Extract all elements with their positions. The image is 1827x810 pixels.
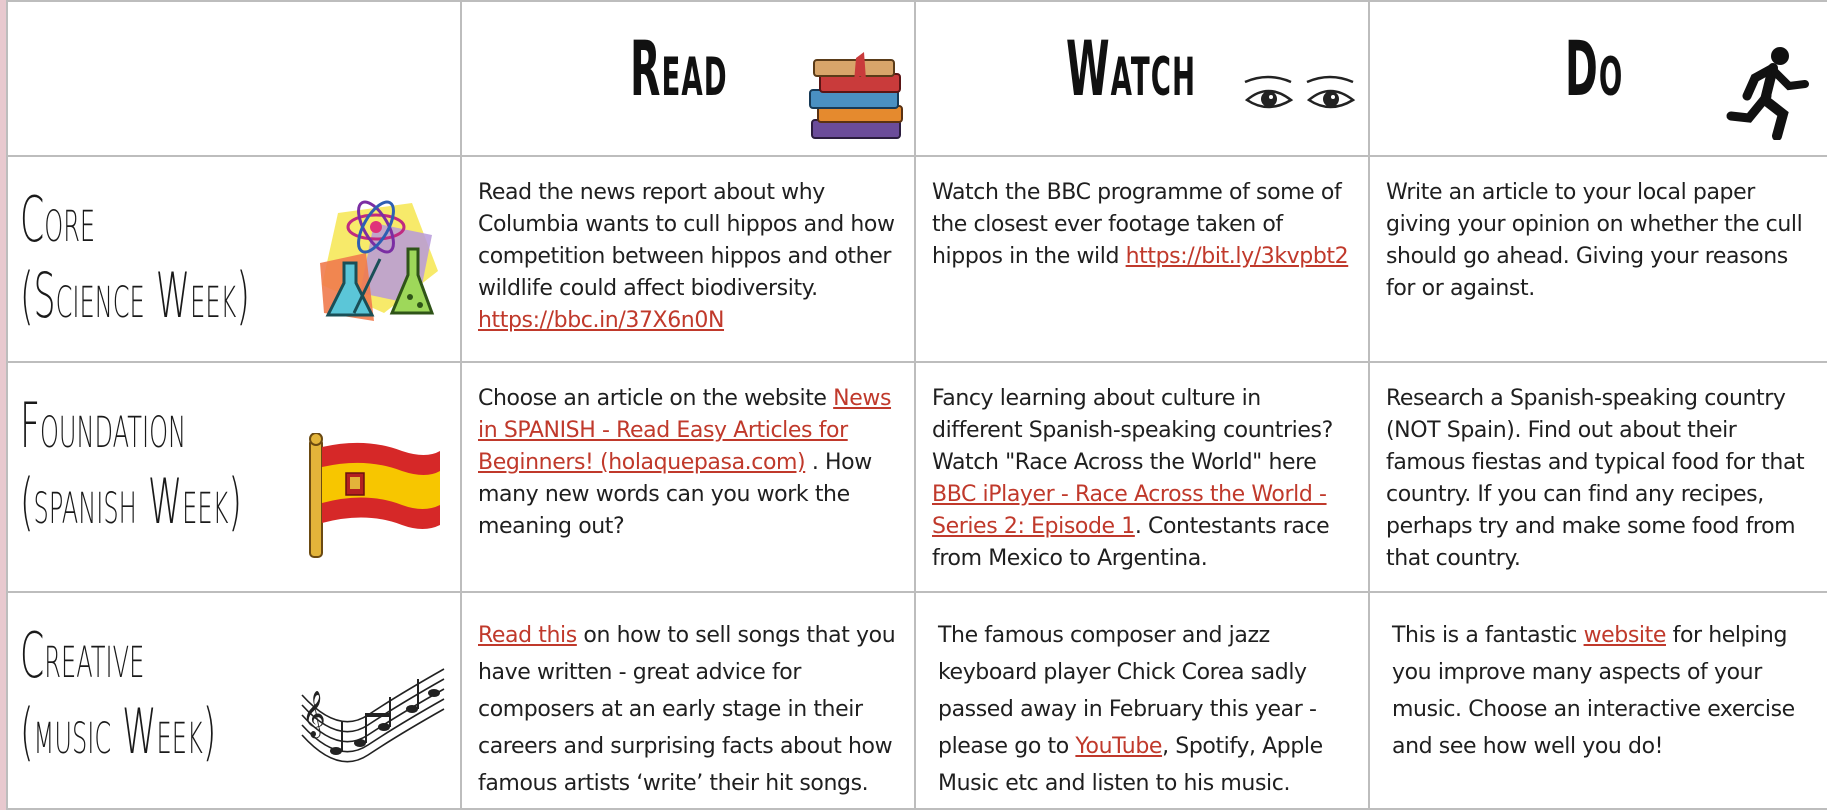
row-foundation-do-text: Research a Spanish-speaking country (NOT…	[1386, 386, 1805, 571]
header-row: Read Watch Do	[6, 0, 1827, 157]
header-read-title: Read	[630, 24, 728, 113]
row-creative-do-cell: This is a fantastic website for helping …	[1368, 591, 1827, 810]
row-foundation-read-cell: Choose an article on the website News in…	[460, 361, 916, 593]
music-notes-icon: 𝄞	[301, 668, 445, 763]
eyes-icon	[1244, 75, 1356, 109]
row-foundation-read-pre: Choose an article on the website	[478, 386, 827, 411]
row-core-read-link[interactable]: https://bbc.in/37X6n0N	[478, 308, 724, 333]
header-do-title: Do	[1565, 24, 1624, 113]
row-creative-do-pre: This is a fantastic	[1392, 623, 1584, 648]
svg-text:𝄞: 𝄞	[302, 691, 326, 739]
activity-grid-page: Read Watch Do Core (Science Week) Read t…	[6, 0, 1827, 810]
row-creative-title-line1: Creative	[20, 619, 145, 692]
header-watch-title: Watch	[1066, 24, 1197, 113]
row-foundation-label-cell: Foundation (spanish Week)	[6, 361, 462, 593]
row-creative: Creative (music Week) 𝄞 Read this on how…	[6, 591, 1827, 810]
row-core-title-line2: (Science Week)	[20, 259, 250, 332]
science-lab-icon	[320, 200, 438, 321]
activity-grid: Read Watch Do Core (Science Week) Read t…	[6, 0, 1827, 810]
row-core-watch-cell: Watch the BBC programme of some of the c…	[914, 155, 1370, 363]
row-foundation-do-cell: Research a Spanish-speaking country (NOT…	[1368, 361, 1827, 593]
header-read: Read	[460, 0, 916, 157]
row-foundation: Foundation (spanish Week) Choose an arti…	[6, 361, 1827, 593]
header-watch: Watch	[914, 0, 1370, 157]
row-core-do-cell: Write an article to your local paper giv…	[1368, 155, 1827, 363]
row-core-read-cell: Read the news report about why Columbia …	[460, 155, 916, 363]
row-core-read-text: Read the news report about why Columbia …	[478, 180, 895, 301]
row-core-title-line1: Core	[20, 183, 96, 256]
header-do: Do	[1368, 0, 1827, 157]
row-foundation-watch-cell: Fancy learning about culture in differen…	[914, 361, 1370, 593]
running-person-icon	[1726, 47, 1809, 140]
row-foundation-title-line2: (spanish Week)	[20, 465, 242, 538]
corner-cell	[6, 0, 462, 157]
row-creative-do-link[interactable]: website	[1584, 623, 1667, 648]
row-creative-read-link[interactable]: Read this	[478, 623, 577, 648]
row-core-watch-link[interactable]: https://bit.ly/3kvpbt2	[1126, 244, 1349, 269]
row-foundation-title-line1: Foundation	[20, 389, 187, 462]
row-creative-read-cell: Read this on how to sell songs that you …	[460, 591, 916, 810]
row-core-do-text: Write an article to your local paper giv…	[1386, 180, 1803, 301]
row-creative-watch-link[interactable]: YouTube	[1075, 734, 1162, 759]
books-icon	[809, 52, 903, 139]
row-creative-title-line2: (music Week)	[20, 695, 217, 768]
row-foundation-watch-pre: Fancy learning about culture in differen…	[932, 386, 1333, 475]
row-creative-watch-cell: The famous composer and jazz keyboard pl…	[914, 591, 1370, 810]
spanish-flag-icon	[309, 433, 440, 558]
row-core-label-cell: Core (Science Week)	[6, 155, 462, 363]
row-creative-label-cell: Creative (music Week) 𝄞	[6, 591, 462, 810]
row-creative-read-post: on how to sell songs that you have writt…	[478, 623, 896, 796]
row-core: Core (Science Week) Read the news report…	[6, 155, 1827, 363]
